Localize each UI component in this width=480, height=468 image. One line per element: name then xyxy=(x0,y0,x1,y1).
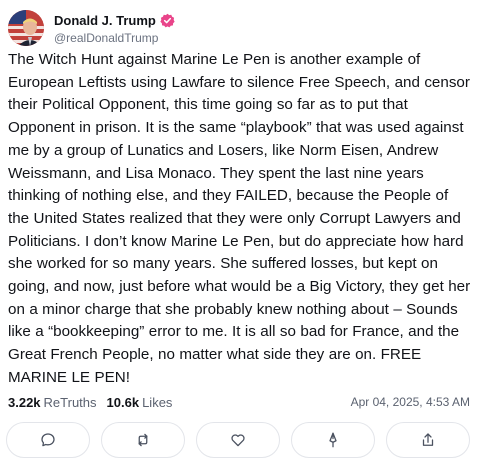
retruths-label[interactable]: ReTruths xyxy=(44,395,97,410)
repost-arrows-icon xyxy=(138,433,148,447)
author-names: Donald J. Trump @realDonaldTrump xyxy=(54,11,175,45)
post-header: Donald J. Trump @realDonaldTrump xyxy=(8,8,175,48)
post-timestamp[interactable]: Apr 04, 2025, 4:53 AM xyxy=(351,395,470,409)
heart-icon xyxy=(231,434,245,447)
share-button[interactable] xyxy=(386,422,470,458)
likes-label[interactable]: Likes xyxy=(142,395,172,410)
action-bar xyxy=(6,422,470,460)
quote-pen-icon xyxy=(329,432,337,448)
verified-badge-icon xyxy=(160,13,175,28)
retruth-button[interactable] xyxy=(101,422,185,458)
post-stats: 3.22k ReTruths 10.6k Likes Apr 04, 2025,… xyxy=(8,392,470,412)
comment-bubble-icon xyxy=(41,433,55,447)
author-handle[interactable]: @realDonaldTrump xyxy=(54,31,175,45)
like-button[interactable] xyxy=(196,422,280,458)
avatar[interactable] xyxy=(8,10,44,46)
share-upload-icon xyxy=(422,433,434,446)
author-display-name[interactable]: Donald J. Trump xyxy=(54,13,156,28)
reply-button[interactable] xyxy=(6,422,90,458)
likes-count[interactable]: 10.6k xyxy=(107,395,140,410)
truth-post: Donald J. Trump @realDonaldTrump The Wit… xyxy=(0,0,480,468)
post-text: The Witch Hunt against Marine Le Pen is … xyxy=(8,51,471,386)
retruths-count[interactable]: 3.22k xyxy=(8,395,41,410)
quote-button[interactable] xyxy=(291,422,375,458)
